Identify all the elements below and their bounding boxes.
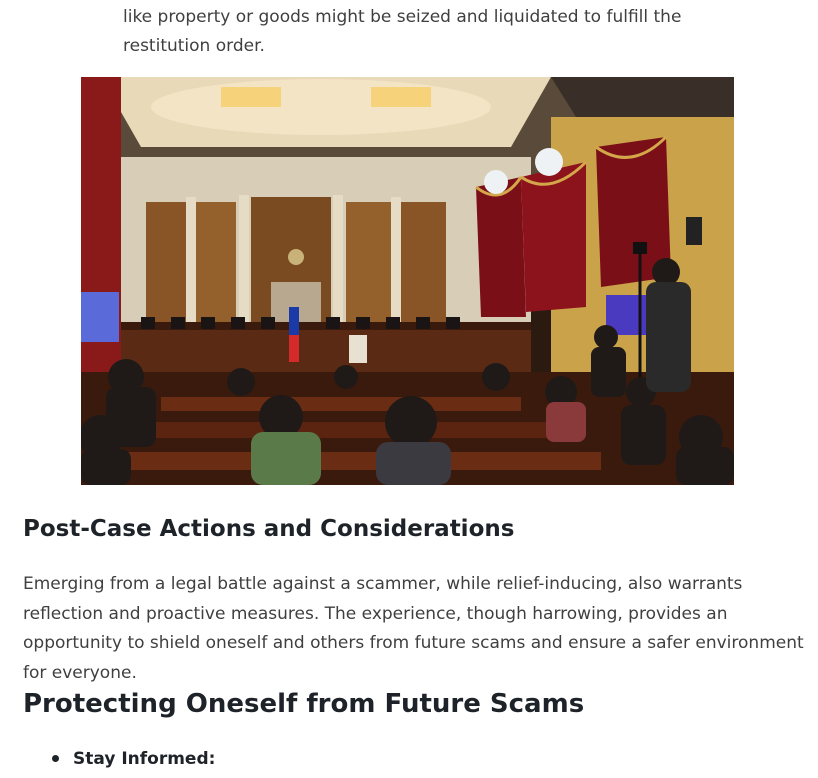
post-case-heading: Post-Case Actions and Considerations (23, 516, 515, 542)
protecting-list: Stay Informed: (50, 744, 215, 774)
bullet-icon (52, 755, 59, 762)
courtroom-photo (81, 77, 734, 485)
list-item-label: Stay Informed: (73, 749, 216, 769)
intro-paragraph-tail: like property or goods might be seized a… (123, 7, 682, 56)
protecting-heading: Protecting Oneself from Future Scams (23, 689, 585, 719)
post-case-paragraph: Emerging from a legal battle against a s… (23, 574, 804, 683)
list-item: Stay Informed: (50, 744, 215, 774)
